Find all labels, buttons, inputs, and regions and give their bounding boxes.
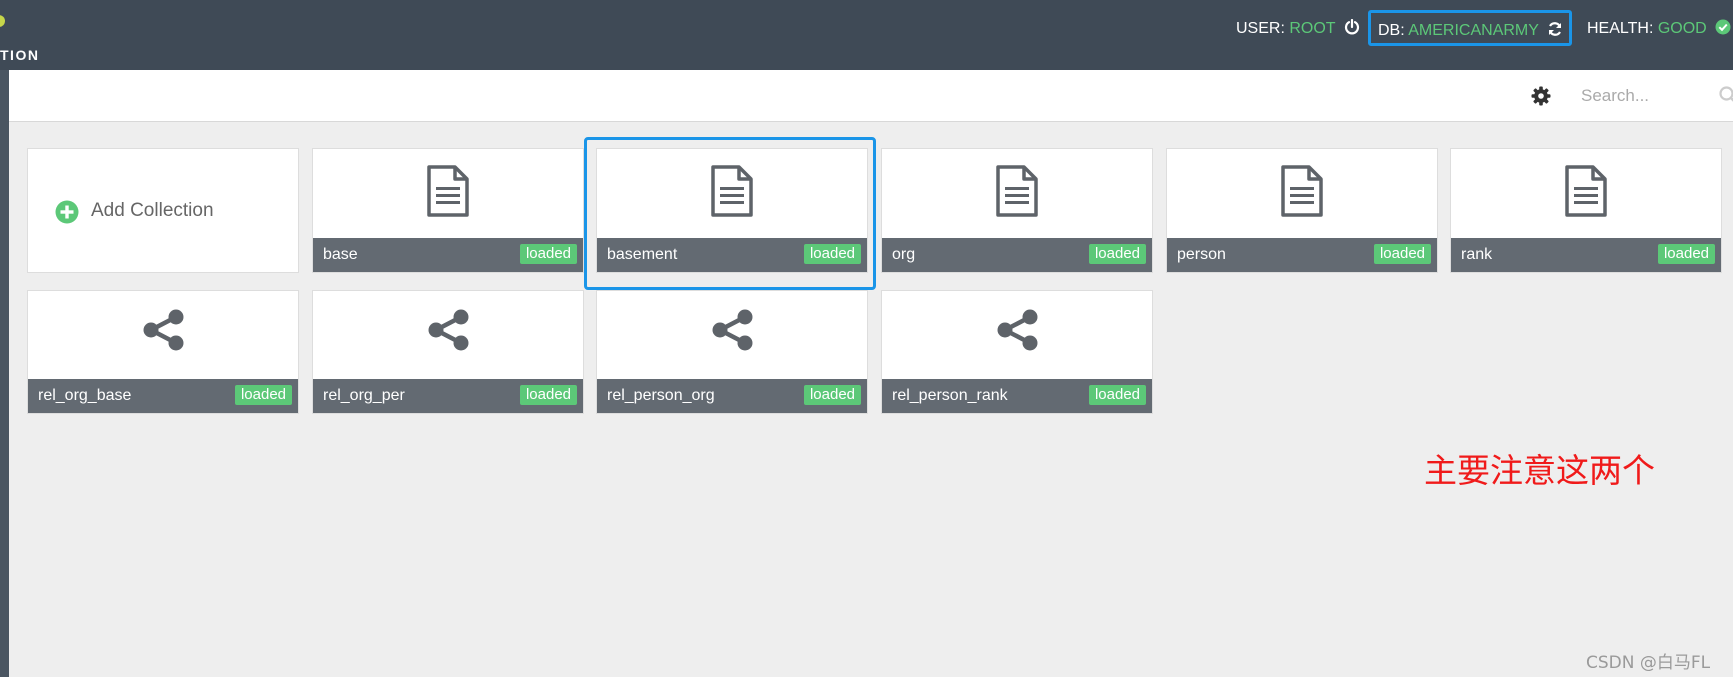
health-status: HEALTH: GOOD xyxy=(1587,19,1731,38)
document-icon xyxy=(1565,165,1607,217)
collection-tile-rank[interactable]: rank loaded xyxy=(1450,148,1722,273)
collection-name: rank xyxy=(1461,246,1493,263)
gear-icon[interactable] xyxy=(1531,86,1551,106)
status-badge: loaded xyxy=(1088,244,1146,264)
collection-name: org xyxy=(892,246,916,263)
collection-footer: base loaded xyxy=(313,238,583,272)
collection-tile-org[interactable]: org loaded xyxy=(881,148,1153,273)
collection-name: base xyxy=(323,246,358,263)
status-badge: loaded xyxy=(519,244,577,264)
status-badge: loaded xyxy=(1657,244,1715,264)
collection-tile-rel-org-base[interactable]: rel_org_base loaded xyxy=(27,290,299,414)
collection-tile-person[interactable]: person loaded xyxy=(1166,148,1438,273)
search-input[interactable] xyxy=(1579,82,1713,110)
collection-name: rel_org_per xyxy=(323,387,405,404)
db-label: DB: xyxy=(1378,22,1405,39)
collection-footer: rel_person_org loaded xyxy=(597,379,867,413)
annotation-text: 主要注意这两个 xyxy=(1424,451,1655,490)
db-value: AMERICANARMY xyxy=(1408,22,1539,39)
watermark: CSDN @白马FL xyxy=(1586,653,1711,673)
collection-name: rel_person_rank xyxy=(892,387,1008,404)
collection-tile-rel-org-per[interactable]: rel_org_per loaded xyxy=(312,290,584,414)
top-navigation-bar: TION USER: ROOT DB: AMERICANARMY HEALTH:… xyxy=(0,0,1733,70)
status-badge: loaded xyxy=(803,385,861,405)
collection-name: person xyxy=(1177,246,1226,263)
document-icon xyxy=(427,165,469,217)
document-icon xyxy=(711,165,753,217)
search-icon[interactable] xyxy=(1719,86,1733,104)
check-circle-icon xyxy=(1715,19,1731,35)
share-icon xyxy=(712,309,753,351)
collection-footer: rel_person_rank loaded xyxy=(882,379,1152,413)
document-icon xyxy=(996,165,1038,217)
collection-footer: rank loaded xyxy=(1451,238,1721,272)
user-value: ROOT xyxy=(1289,20,1336,37)
plus-circle-icon xyxy=(55,200,79,224)
status-badge: loaded xyxy=(1373,244,1431,264)
collection-footer: rel_org_base loaded xyxy=(28,379,298,413)
status-badge: loaded xyxy=(803,244,861,264)
collections-toolbar xyxy=(9,70,1733,122)
collection-name: basement xyxy=(607,246,678,263)
user-status: USER: ROOT xyxy=(1236,18,1360,38)
collection-name: rel_org_base xyxy=(38,387,132,404)
collection-footer: person loaded xyxy=(1167,238,1437,272)
collection-footer: rel_org_per loaded xyxy=(313,379,583,413)
collection-tile-rel-person-rank[interactable]: rel_person_rank loaded xyxy=(881,290,1153,414)
health-value: GOOD xyxy=(1657,20,1707,37)
add-collection-label: Add Collection xyxy=(91,200,214,221)
brand-title: TION xyxy=(0,47,40,63)
status-badge: loaded xyxy=(519,385,577,405)
database-selector[interactable]: DB: AMERICANARMY xyxy=(1368,10,1572,46)
refresh-icon[interactable] xyxy=(1547,21,1563,37)
health-label: HEALTH: xyxy=(1587,20,1654,37)
share-icon xyxy=(143,309,184,351)
collection-tile-rel-person-org[interactable]: rel_person_org loaded xyxy=(596,290,868,414)
add-collection-button[interactable]: Add Collection xyxy=(27,148,299,273)
collection-tile-basement[interactable]: basement loaded xyxy=(596,148,868,273)
brand-logo-icon xyxy=(0,15,5,27)
collection-name: rel_person_org xyxy=(607,387,715,404)
status-badge: loaded xyxy=(1088,385,1146,405)
document-icon xyxy=(1281,165,1323,217)
user-label: USER: xyxy=(1236,20,1285,37)
status-badge: loaded xyxy=(234,385,292,405)
collection-footer: org loaded xyxy=(882,238,1152,272)
power-icon[interactable] xyxy=(1344,18,1360,35)
collection-footer: basement loaded xyxy=(597,238,867,272)
share-icon xyxy=(997,309,1038,351)
share-icon xyxy=(428,309,469,351)
collection-tile-base[interactable]: base loaded xyxy=(312,148,584,273)
left-sidebar-edge xyxy=(0,70,9,677)
